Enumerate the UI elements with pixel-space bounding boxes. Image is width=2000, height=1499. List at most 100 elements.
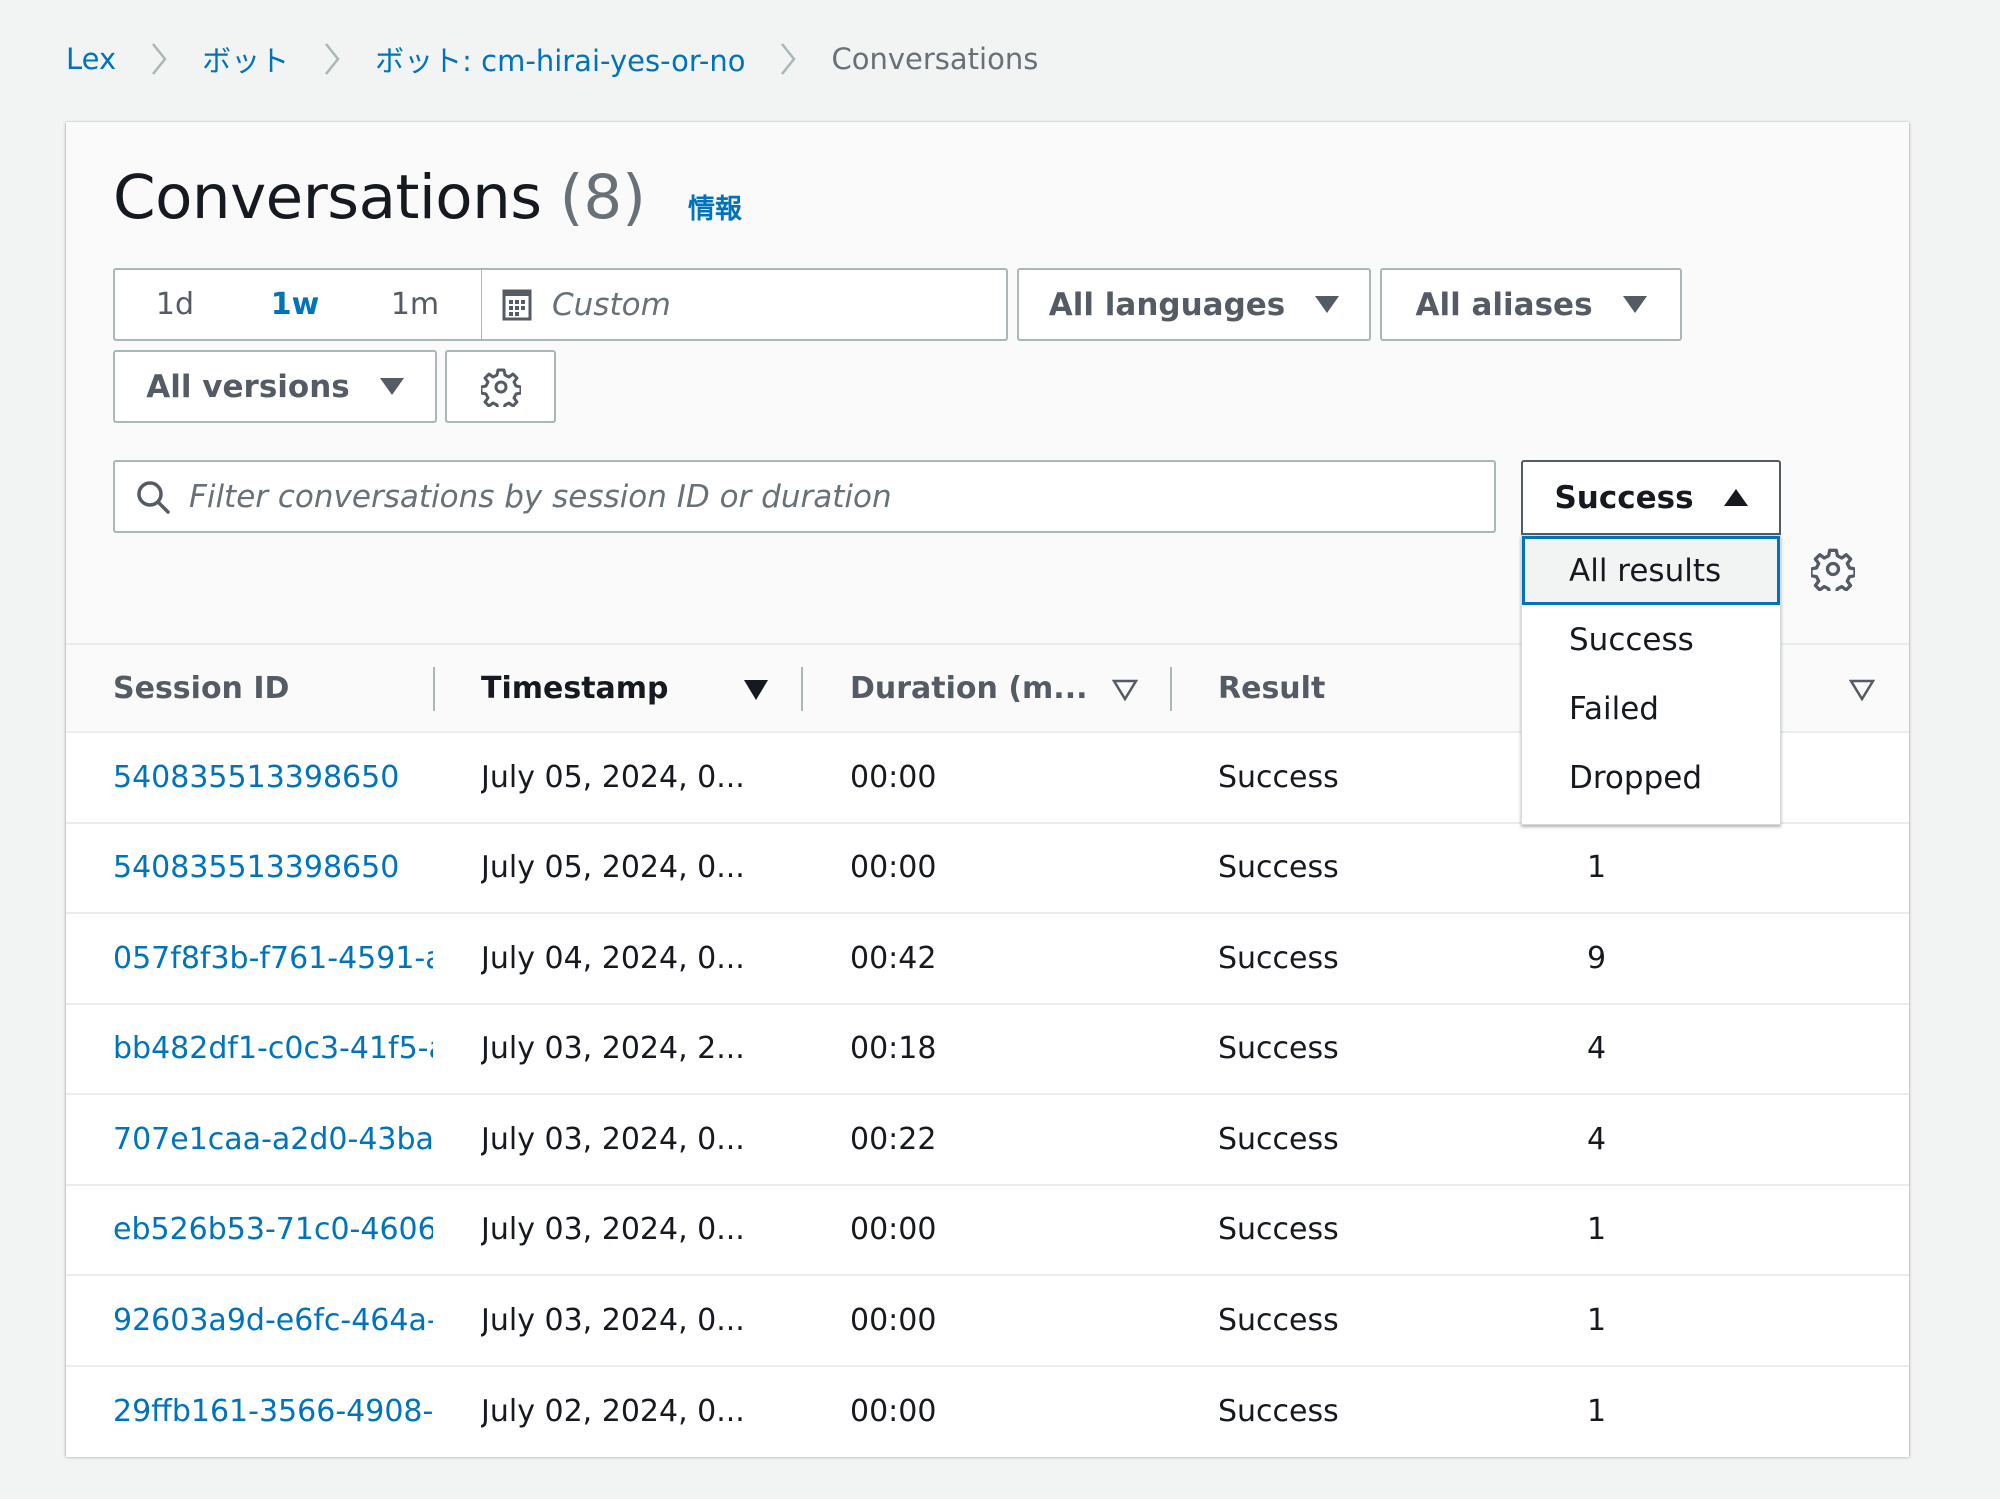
aliases-dropdown-label: All aliases [1415, 286, 1593, 323]
turns-cell: 9 [1587, 940, 1607, 976]
table-row: 707e1caa-a2d0-43ba- July 03, 2024, 0... … [66, 1095, 1909, 1186]
duration-cell: 00:00 [850, 759, 937, 795]
column-resizer[interactable] [1170, 667, 1172, 711]
duration-cell: 00:00 [850, 850, 937, 886]
column-label: Result [1218, 670, 1326, 706]
page-title: Conversations [113, 162, 542, 233]
chevron-right-icon [116, 39, 202, 79]
duration-cell: 00:22 [850, 1121, 937, 1157]
session-id-link[interactable]: 540835513398650 [113, 733, 433, 822]
result-cell: Success [1218, 940, 1339, 976]
column-label: Duration (m... [850, 670, 1088, 706]
table-row: 92603a9d-e6fc-464a- July 03, 2024, 0... … [66, 1276, 1909, 1367]
duration-cell: 00:42 [850, 940, 937, 976]
languages-dropdown[interactable]: All languages [1017, 268, 1371, 341]
gear-icon [480, 368, 521, 407]
sort-unsorted-icon[interactable] [1111, 679, 1139, 705]
caret-down-icon [1622, 296, 1647, 313]
column-header-timestamp[interactable]: Timestamp [481, 645, 669, 731]
breadcrumb-bot[interactable]: ボット: cm-hirai-yes-or-no [375, 38, 745, 80]
search-field[interactable] [113, 460, 1496, 533]
column-label: Timestamp [481, 670, 669, 706]
sort-desc-icon[interactable] [743, 679, 769, 705]
time-range-selector: 1d 1w 1m Custom [113, 268, 1008, 341]
result-cell: Success [1218, 1394, 1339, 1430]
session-id-link[interactable]: eb526b53-71c0-4606 [113, 1186, 433, 1275]
timestamp-cell: July 05, 2024, 0... [481, 850, 745, 886]
page-header: Conversations (8) 情報 [113, 162, 742, 233]
timestamp-cell: July 03, 2024, 0... [481, 1212, 745, 1248]
session-id-link[interactable]: bb482df1-c0c3-41f5-a [113, 1005, 433, 1094]
column-header-result: Result [1218, 645, 1325, 731]
result-cell: Success [1218, 1302, 1339, 1338]
turns-cell: 4 [1587, 1031, 1607, 1067]
result-filter-menu: All results Success Failed Dropped [1521, 535, 1781, 825]
sort-unsorted-icon[interactable] [1848, 679, 1876, 705]
result-cell: Success [1218, 1121, 1339, 1157]
chevron-right-icon [289, 39, 375, 79]
info-link[interactable]: 情報 [688, 187, 742, 226]
result-cell: Success [1218, 1031, 1339, 1067]
turns-cell: 1 [1587, 1394, 1607, 1430]
filter-settings-button[interactable] [445, 350, 556, 423]
menu-option-all-results[interactable]: All results [1522, 536, 1780, 605]
duration-cell: 00:00 [850, 1212, 937, 1248]
caret-up-icon [1723, 489, 1748, 506]
column-label: Session ID [113, 670, 290, 706]
timestamp-cell: July 05, 2024, 0... [481, 759, 745, 795]
menu-option-failed[interactable]: Failed [1522, 674, 1780, 743]
breadcrumb-current: Conversations [831, 42, 1039, 76]
breadcrumb-bots[interactable]: ボット [202, 38, 289, 80]
session-id-link[interactable]: 29ffb161-3566-4908- [113, 1367, 433, 1458]
result-filter-dropdown[interactable]: Success [1521, 460, 1781, 535]
search-icon [137, 480, 170, 514]
table-row: 057f8f3b-f761-4591-a July 04, 2024, 0...… [66, 914, 1909, 1005]
custom-range-button[interactable]: Custom [482, 270, 1006, 339]
caret-down-icon [379, 378, 404, 395]
column-resizer[interactable] [801, 667, 803, 711]
range-option-1m[interactable]: 1m [355, 287, 475, 322]
result-cell: Success [1218, 1212, 1339, 1248]
table-row: 29ffb161-3566-4908- July 02, 2024, 0... … [66, 1366, 1909, 1458]
column-header-duration[interactable]: Duration (m... [850, 645, 1088, 731]
timestamp-cell: July 03, 2024, 0... [481, 1121, 745, 1157]
search-input[interactable] [189, 478, 1494, 515]
table-row: bb482df1-c0c3-41f5-a July 03, 2024, 2...… [66, 1004, 1909, 1095]
turns-cell: 4 [1587, 1121, 1607, 1157]
table-preferences-button[interactable] [1809, 547, 1857, 596]
chevron-right-icon [745, 39, 831, 79]
table-row: 540835513398650 July 05, 2024, 0... 00:0… [66, 823, 1909, 914]
session-id-link[interactable]: 057f8f3b-f761-4591-a [113, 914, 433, 1003]
languages-dropdown-label: All languages [1048, 286, 1286, 323]
turns-cell: 1 [1587, 1212, 1607, 1248]
table-body: 540835513398650 July 05, 2024, 0... 00:0… [66, 733, 1909, 1457]
menu-option-dropped[interactable]: Dropped [1522, 743, 1780, 812]
range-option-1w[interactable]: 1w [235, 287, 355, 322]
caret-down-icon [1315, 296, 1340, 313]
turns-cell: 1 [1587, 1302, 1607, 1338]
versions-dropdown-label: All versions [146, 368, 350, 405]
session-id-link[interactable]: 92603a9d-e6fc-464a- [113, 1276, 433, 1365]
timestamp-cell: July 04, 2024, 0... [481, 940, 745, 976]
session-id-link[interactable]: 707e1caa-a2d0-43ba- [113, 1095, 433, 1184]
custom-range-placeholder: Custom [552, 286, 671, 323]
timestamp-cell: July 03, 2024, 0... [481, 1302, 745, 1338]
timestamp-cell: July 03, 2024, 2... [481, 1031, 745, 1067]
result-cell: Success [1218, 759, 1339, 795]
table-row: eb526b53-71c0-4606 July 03, 2024, 0... 0… [66, 1185, 1909, 1276]
conversation-count: (8) [559, 162, 646, 233]
session-id-link[interactable]: 540835513398650 [113, 824, 433, 913]
range-option-1d[interactable]: 1d [115, 287, 235, 322]
breadcrumb-lex[interactable]: Lex [66, 42, 116, 76]
gear-icon [1809, 548, 1857, 596]
calendar-icon [502, 289, 532, 320]
result-cell: Success [1218, 850, 1339, 886]
breadcrumb: Lex ボット ボット: cm-hirai-yes-or-no Conversa… [66, 38, 1038, 80]
turns-cell: 1 [1587, 850, 1607, 886]
column-resizer[interactable] [433, 667, 435, 711]
menu-option-success[interactable]: Success [1522, 605, 1780, 674]
versions-dropdown[interactable]: All versions [113, 350, 437, 423]
aliases-dropdown[interactable]: All aliases [1380, 268, 1682, 341]
duration-cell: 00:00 [850, 1302, 937, 1338]
result-filter-label: Success [1554, 479, 1694, 516]
